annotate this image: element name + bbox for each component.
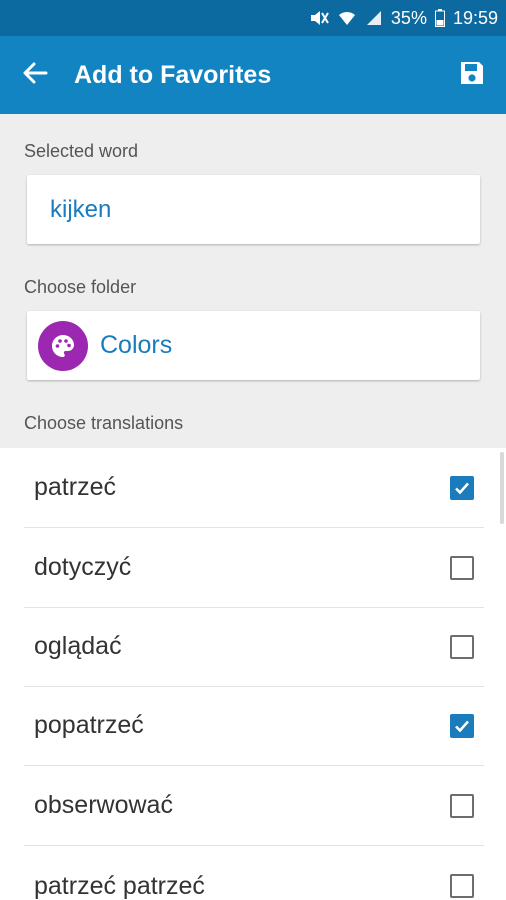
- translation-label: obserwować: [34, 791, 173, 819]
- list-item[interactable]: popatrzeć: [24, 686, 484, 766]
- check-icon: [455, 482, 469, 494]
- list-item[interactable]: patrzeć: [24, 448, 484, 528]
- clock: 19:59: [452, 7, 498, 28]
- page-title: Add to Favorites: [74, 60, 272, 89]
- arrow-back-icon: [22, 61, 48, 90]
- mute-icon: [309, 9, 329, 27]
- translation-label: dotyczyć: [34, 553, 132, 581]
- status-bar: 35% 19:59: [0, 0, 506, 36]
- translation-label: patrzeć: [34, 473, 116, 501]
- list-item[interactable]: oglądać: [24, 607, 484, 687]
- translations-list: patrzeć dotyczyć oglądać popatrzeć obser…: [0, 448, 506, 900]
- choose-translations-label: Choose translations: [24, 413, 184, 433]
- selected-word-label: Selected word: [24, 141, 139, 161]
- translation-label: popatrzeć: [34, 711, 144, 739]
- signal-icon: [365, 9, 383, 27]
- checkbox[interactable]: [450, 793, 474, 818]
- list-item[interactable]: dotyczyć: [24, 528, 484, 608]
- check-icon: [455, 720, 469, 732]
- selected-word-card: kijken: [27, 175, 480, 244]
- checkbox[interactable]: [450, 634, 474, 659]
- list-item[interactable]: obserwować: [24, 766, 484, 846]
- choose-folder-label: Choose folder: [24, 277, 137, 297]
- checkbox[interactable]: [450, 713, 474, 738]
- save-button[interactable]: [438, 36, 506, 114]
- selected-word-value: kijken: [50, 195, 112, 223]
- checkbox[interactable]: [450, 874, 474, 898]
- folder-selector[interactable]: Colors: [27, 311, 480, 380]
- checkbox[interactable]: [450, 555, 474, 580]
- scrollbar[interactable]: [500, 452, 504, 524]
- translation-label: oglądać: [34, 632, 122, 660]
- form-section: Selected word kijken Choose folder Color…: [0, 114, 506, 448]
- translation-label: patrzeć patrzeć: [34, 871, 205, 900]
- save-icon: [458, 59, 486, 92]
- battery-percent: 35%: [390, 7, 427, 28]
- back-button[interactable]: [0, 36, 70, 114]
- checkbox[interactable]: [450, 475, 474, 500]
- wifi-icon: [337, 9, 357, 27]
- palette-icon: [38, 320, 88, 371]
- folder-name: Colors: [100, 331, 173, 359]
- app-bar: Add to Favorites: [0, 36, 506, 114]
- list-item[interactable]: patrzeć patrzeć: [24, 846, 484, 900]
- battery-icon: [434, 9, 445, 27]
